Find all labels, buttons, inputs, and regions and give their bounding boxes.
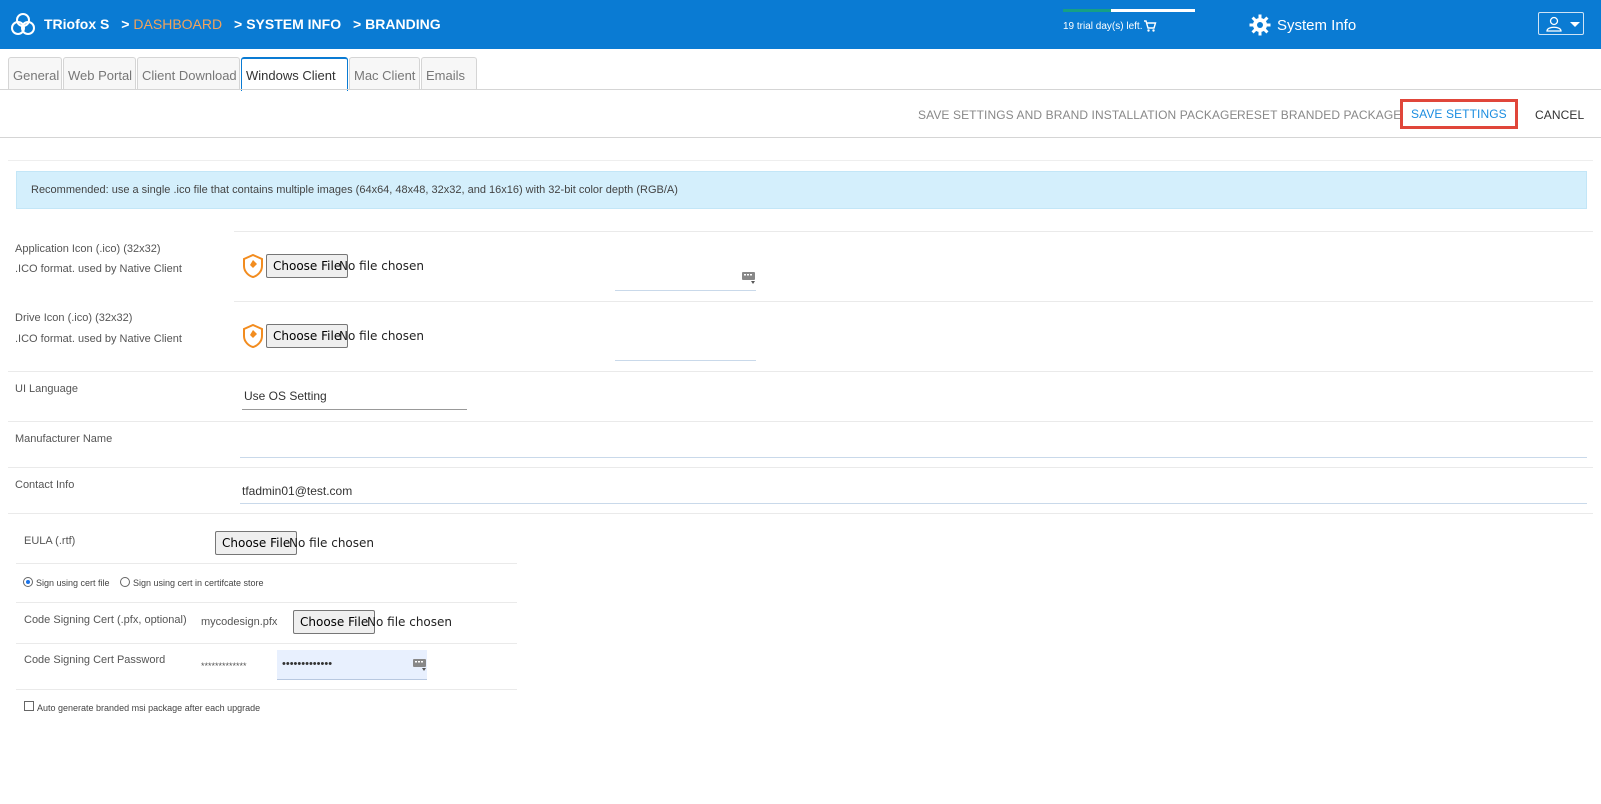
ui-language-underline	[242, 409, 467, 410]
app-icon-label: Application Icon (.ico) (32x32)	[15, 243, 161, 255]
app-icon-sublabel: .ICO format. used by Native Client	[15, 263, 182, 275]
top-header: TRiofox S > DASHBOARD > SYSTEM INFO > BRAND…	[0, 0, 1601, 49]
tab-client-download[interactable]: Client Download	[137, 57, 240, 90]
code-cert-choose-file-button[interactable]: Choose File	[293, 610, 376, 634]
tab-emails[interactable]: Emails	[421, 57, 477, 90]
drive-icon-label: Drive Icon (.ico) (32x32)	[15, 312, 133, 324]
keyboard-icon[interactable]	[742, 271, 756, 285]
code-cert-current-file: mycodesign.pfx	[201, 616, 278, 628]
cart-icon[interactable]	[1143, 19, 1157, 33]
code-cert-file-status: No file chosen	[367, 615, 453, 629]
save-settings-button[interactable]: SAVE SETTINGS	[1400, 99, 1518, 129]
row-divider	[16, 602, 517, 603]
app-icon-choose-file-button[interactable]: Choose File	[266, 254, 349, 278]
code-pw-label: Code Signing Cert Password	[24, 654, 166, 666]
row-divider	[16, 563, 517, 564]
save-and-brand-button[interactable]: SAVE SETTINGS AND BRAND INSTALLATION PAC…	[918, 108, 1238, 122]
drive-icon-choose-file-button[interactable]: Choose File	[266, 324, 349, 348]
sign-cert-file-label: Sign using cert file	[36, 578, 110, 588]
row-divider	[8, 467, 1593, 468]
manufacturer-underline	[240, 457, 1587, 458]
app-icon-file-status: No file chosen	[339, 259, 425, 273]
eula-label: EULA (.rtf)	[24, 535, 76, 547]
system-info-link[interactable]: System Info	[1277, 17, 1356, 34]
ui-language-label: UI Language	[15, 383, 78, 395]
user-menu-button[interactable]	[1538, 12, 1584, 35]
code-pw-value: •••••••••••••	[282, 658, 333, 670]
tab-mac-client[interactable]: Mac Client	[349, 57, 420, 90]
drive-icon-sublabel: .ICO format. used by Native Client	[15, 333, 182, 345]
tab-divider	[0, 89, 1601, 90]
drive-icon-file-status: No file chosen	[339, 329, 425, 343]
row-divider	[234, 301, 1593, 302]
sign-cert-store-label: Sign using cert in certifcate store	[133, 578, 264, 588]
drive-icon-text-field[interactable]	[615, 360, 756, 361]
manufacturer-label: Manufacturer Name	[15, 433, 113, 445]
code-pw-mask: *************	[201, 661, 247, 671]
app-name[interactable]: TRiofox S	[44, 16, 109, 32]
auto-generate-checkbox[interactable]	[24, 701, 34, 711]
row-divider	[8, 371, 1593, 372]
contact-info-label: Contact Info	[15, 479, 75, 491]
tab-general[interactable]: General	[8, 57, 62, 90]
section-divider	[8, 160, 1593, 161]
toolbar-divider	[0, 137, 1601, 138]
row-divider	[8, 513, 1593, 514]
ui-language-select[interactable]: Use OS Setting	[244, 389, 327, 403]
sign-cert-file-radio[interactable]	[23, 577, 33, 587]
app-icon-preview-icon	[243, 254, 263, 278]
code-cert-label: Code Signing Cert (.pfx, optional)	[24, 614, 187, 626]
contact-info-underline	[240, 503, 1587, 504]
contact-info-input[interactable]: tfadmin01@test.com	[242, 484, 352, 498]
code-pw-input[interactable]: •••••••••••••	[277, 650, 427, 680]
breadcrumb-dashboard[interactable]: DASHBOARD	[133, 16, 222, 32]
eula-choose-file-button[interactable]: Choose File	[215, 531, 298, 555]
drive-icon-preview-icon	[243, 324, 263, 348]
gear-icon[interactable]	[1249, 14, 1271, 36]
recommendation-notice: Recommended: use a single .ico file that…	[16, 171, 1587, 209]
triofox-logo-icon[interactable]	[10, 11, 36, 37]
row-divider	[8, 421, 1593, 422]
app-icon-text-field[interactable]	[615, 290, 756, 291]
breadcrumb-system-info[interactable]: SYSTEM INFO	[246, 16, 341, 32]
keyboard-icon[interactable]	[413, 658, 427, 672]
breadcrumb: TRiofox S > DASHBOARD > SYSTEM INFO > BRAND…	[44, 16, 441, 32]
breadcrumb-branding: BRANDING	[365, 16, 441, 32]
trial-progress-bar	[1063, 9, 1195, 12]
trial-days-left[interactable]: 19 trial day(s) left.	[1063, 21, 1142, 32]
chevron-down-icon	[1570, 22, 1580, 27]
auto-generate-label: Auto generate branded msi package after …	[37, 703, 261, 713]
tab-web-portal[interactable]: Web Portal	[63, 57, 136, 90]
cancel-button[interactable]: CANCEL	[1535, 108, 1584, 122]
sign-cert-store-radio[interactable]	[120, 577, 130, 587]
row-divider	[16, 689, 517, 690]
reset-branded-package-button[interactable]: RESET BRANDED PACKAGE	[1237, 108, 1401, 122]
tab-windows-client[interactable]: Windows Client	[241, 57, 348, 91]
user-icon	[1546, 16, 1562, 32]
row-divider	[16, 643, 517, 644]
eula-file-status: No file chosen	[289, 536, 375, 550]
row-divider	[234, 231, 1593, 232]
